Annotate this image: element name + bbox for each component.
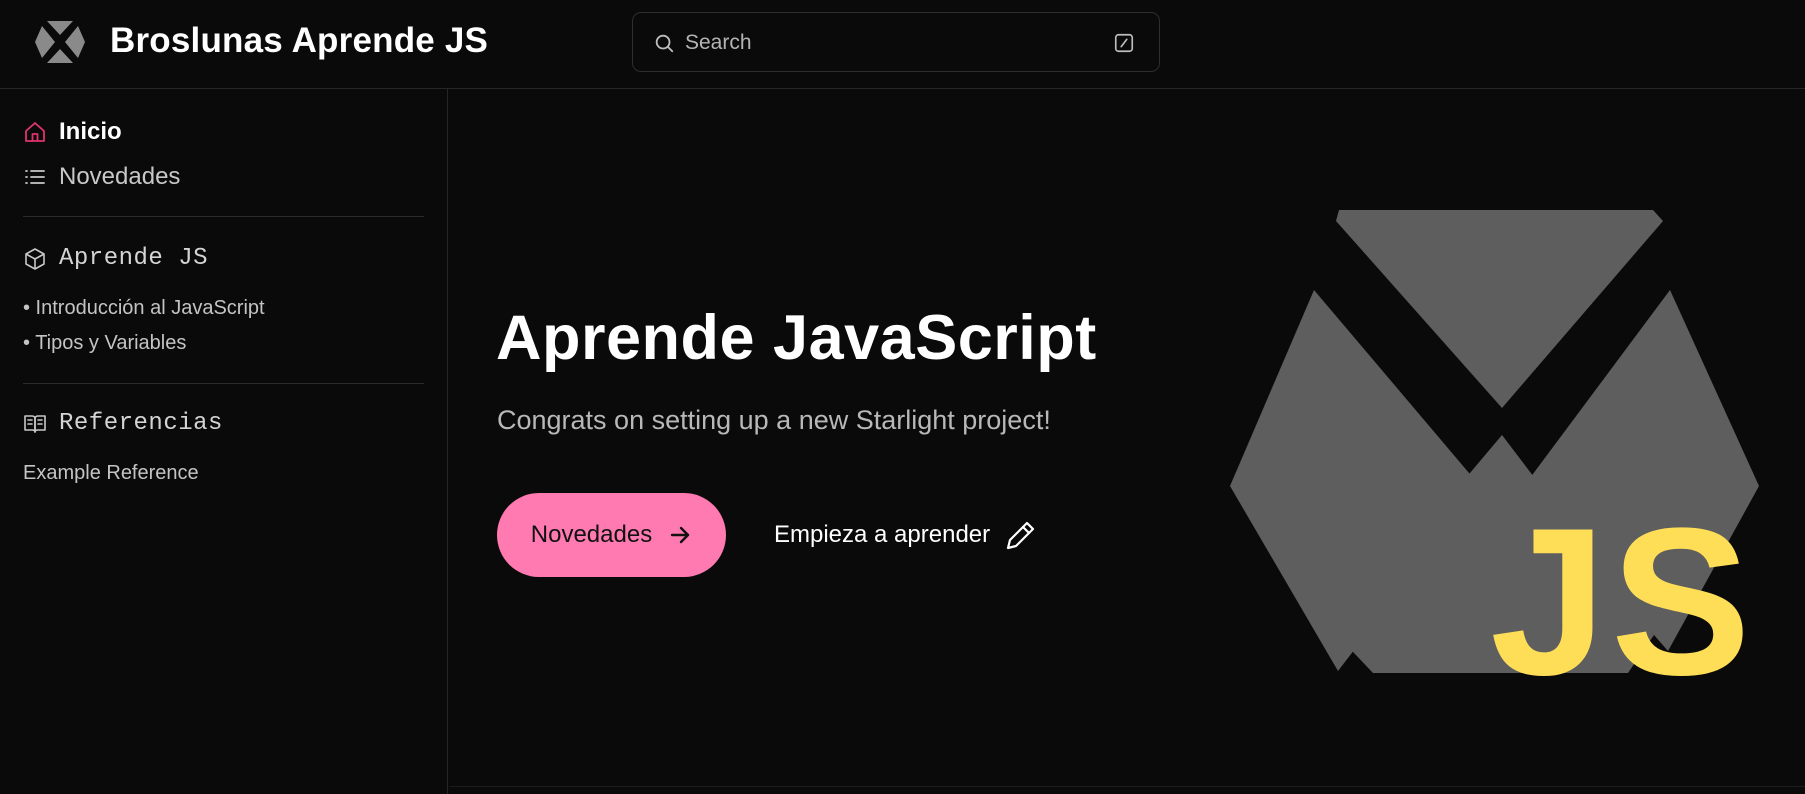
button-label: Empieza a aprender [774,521,991,548]
sidebar-link-tipos-variables[interactable]: • Tipos y Variables [23,330,186,356]
sidebar-item-inicio[interactable]: Inicio [23,117,122,147]
novedades-button[interactable]: Novedades [497,493,726,577]
sidebar-item-label: Inicio [59,118,122,145]
search-input[interactable]: Search [632,12,1160,72]
js-logo-text: JS [1490,484,1755,686]
site-title[interactable]: Broslunas Aprende JS [110,19,488,63]
pencil-icon [1007,521,1035,550]
top-header: Broslunas Aprende JS Search [0,0,1805,89]
slash-key-icon [1114,33,1134,53]
sidebar-divider [23,383,424,384]
cube-icon [25,248,45,270]
hero-tagline: Congrats on setting up a new Starlight p… [497,405,1051,435]
hero-title: Aprende JavaScript [496,303,1097,373]
sidebar-link-introduccion[interactable]: • Introducción al JavaScript [23,295,265,321]
arrow-right-icon [671,526,690,544]
sidebar: Inicio Novedades Aprende JS • Introducci… [0,89,448,794]
sidebar-item-novedades[interactable]: Novedades [23,162,180,192]
sidebar-group-title: Referencias [59,410,223,437]
sidebar-link-example-reference[interactable]: Example Reference [23,460,199,486]
open-book-icon [24,415,46,433]
search-icon [655,34,674,53]
sidebar-group-aprende-js: Aprende JS [23,244,208,274]
content-divider [449,786,1805,787]
sidebar-divider [23,216,424,217]
sidebar-group-referencias: Referencias [23,409,223,439]
home-icon [25,122,45,142]
sidebar-group-title: Aprende JS [59,245,209,272]
search-placeholder: Search [685,31,752,54]
empieza-a-aprender-link[interactable]: Empieza a aprender [774,515,1038,555]
list-icon [25,170,45,184]
hero-js-logo-image: JS [1230,210,1759,686]
button-label: Novedades [530,521,653,548]
sidebar-item-label: Novedades [59,163,181,190]
hexagon-x-logo-icon[interactable] [34,19,86,65]
